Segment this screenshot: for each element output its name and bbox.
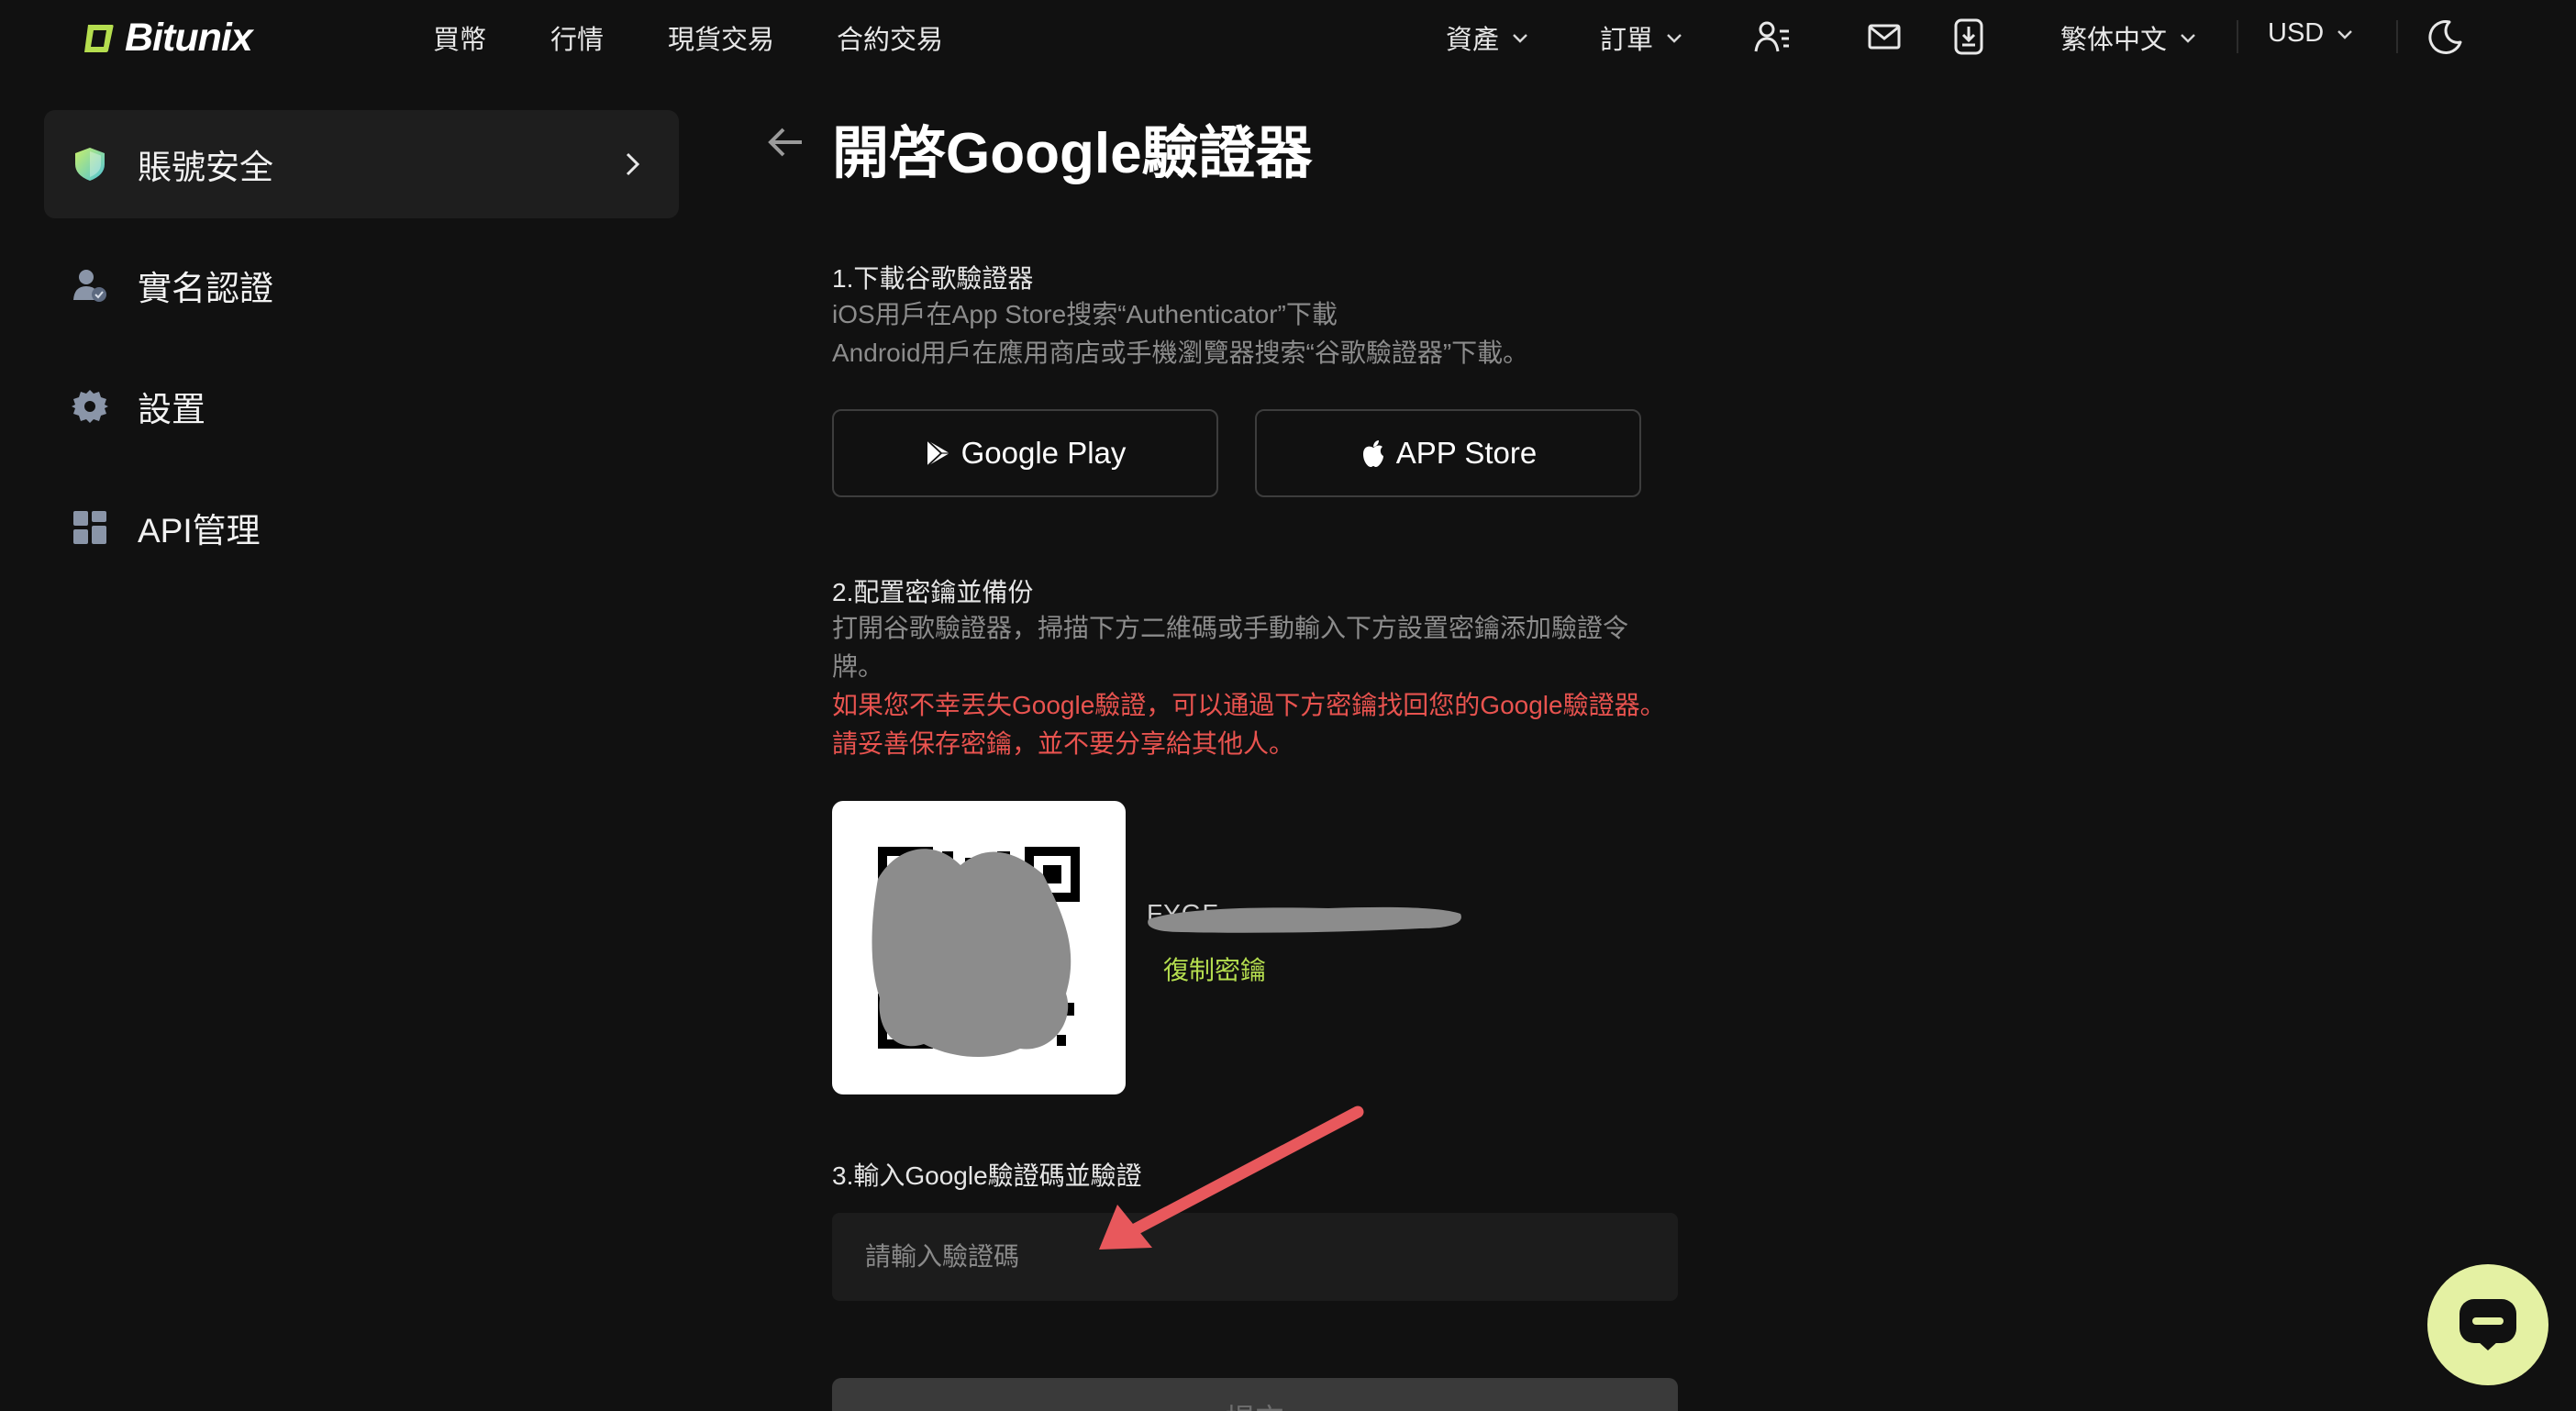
grid-icon [73,511,106,544]
bitunix-logo[interactable]: Bitunix [81,13,253,62]
submit-button[interactable]: 提交 [832,1378,1678,1411]
google-play-icon [926,439,949,467]
qr-code [832,801,1126,1094]
sidebar-item-api-management[interactable]: API管理 [44,473,679,582]
sidebar-item-identity-verification[interactable]: 實名認證 [44,231,679,339]
sidebar-item-account-security[interactable]: 賬號安全 [44,110,679,218]
page-title: 開啓Google驗證器 [832,122,1313,185]
top-navbar: Bitunix 買幣 行情 現貨交易 合約交易 資產 訂單 繁体中文 USD [0,0,2576,75]
nav-futures-trading[interactable]: 合約交易 [837,18,943,57]
submit-label: 提交 [1226,1396,1284,1411]
user-verified-icon [73,270,106,302]
step2-description: 打開谷歌驗證器，掃描下方二維碼或手動輸入下方設置密鑰添加驗證令牌。 [832,614,1629,681]
sidebar-item-label: API管理 [138,512,261,550]
step1-android-hint: Android用戶在應用商店或手機瀏覽器搜索“谷歌驗證器”下載。 [832,339,1529,367]
step2-warning-line1: 如果您不幸丟失Google驗證，可以通過下方密鑰找回您的Google驗證器。 [832,691,1666,719]
app-store-label: APP Store [1395,436,1538,470]
chevron-down-icon [1513,34,1527,43]
dark-mode-moon-icon[interactable] [2426,17,2466,57]
shield-icon [75,148,105,181]
app-store-button[interactable]: APP Store [1255,409,1641,497]
chat-icon [2459,1299,2516,1350]
step1-ios-hint: iOS用戶在App Store搜索“Authenticator”下載 [832,300,1338,328]
download-app-icon[interactable] [1949,17,1989,57]
step3-title: 3.輸入Google驗證碼並驗證 [832,1161,1142,1190]
back-arrow-icon[interactable] [763,119,809,165]
gear-icon [72,390,108,423]
nav-markets[interactable]: 行情 [550,18,604,57]
mail-icon[interactable] [1864,17,1904,57]
logo-mark-icon [84,25,114,52]
nav-buy-crypto[interactable]: 買幣 [433,18,486,57]
nav-assets-dropdown[interactable]: 資產 [1446,18,1530,57]
secret-key-redaction [1148,906,1461,933]
google-play-label: Google Play [960,436,1127,470]
copy-secret-key-link[interactable]: 復制密鑰 [1163,950,1266,987]
nav-divider [2237,20,2238,53]
google-play-button[interactable]: Google Play [832,409,1218,497]
sidebar-item-label: 賬號安全 [138,149,273,186]
nav-orders-dropdown[interactable]: 訂單 [1600,18,1684,57]
language-dropdown[interactable]: 繁体中文 [2060,18,2198,57]
user-profile-icon[interactable] [1752,17,1793,57]
step2-warning-line2: 請妥善保存密鑰，並不要分享給其他人。 [832,729,1295,758]
chevron-down-icon [1667,34,1682,43]
support-chat-button[interactable] [2427,1264,2548,1385]
chevron-down-icon [2337,29,2353,39]
chevron-down-icon [2181,34,2195,43]
nav-divider [2396,20,2398,53]
currency-label: USD [2268,18,2325,48]
verification-code-input[interactable] [832,1213,1678,1301]
language-label: 繁体中文 [2060,26,2168,55]
chevron-right-icon [626,152,640,176]
logo-text: Bitunix [125,15,253,60]
nav-spot-trading[interactable]: 現貨交易 [668,18,774,57]
sidebar-item-label: 設置 [138,391,205,428]
sidebar-item-label: 實名認證 [138,270,273,307]
account-sidebar: 賬號安全 實名認證 設置 API管理 [44,110,679,594]
currency-dropdown[interactable]: USD [2268,18,2355,49]
step2-title: 2.配置密鑰並備份 [832,578,1034,606]
sidebar-item-settings[interactable]: 設置 [44,352,679,461]
nav-orders-label: 訂單 [1600,26,1654,55]
qr-code-image [872,847,1080,1058]
apple-icon [1362,440,1383,467]
step1-title: 1.下載谷歌驗證器 [832,264,1034,293]
nav-assets-label: 資產 [1446,26,1500,55]
